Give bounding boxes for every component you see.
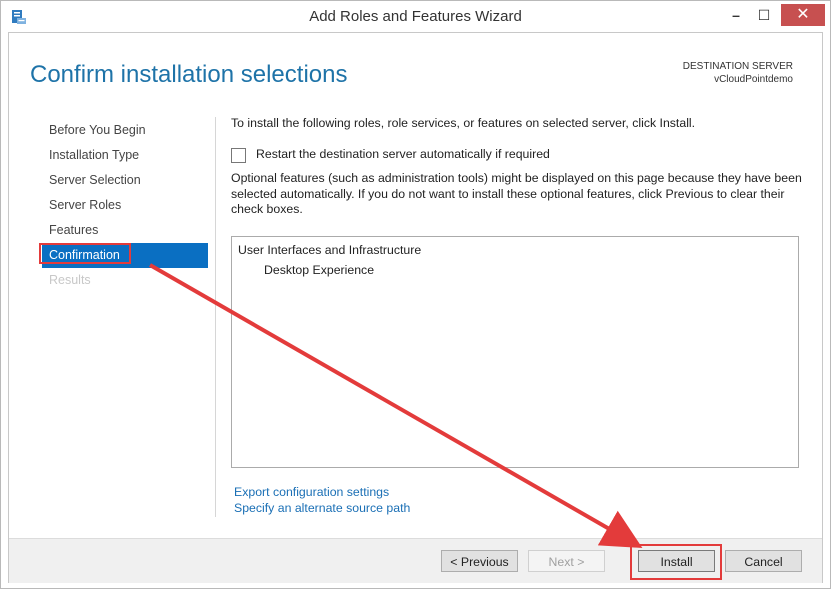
- nav-item-features[interactable]: Features: [42, 218, 208, 243]
- nav-item-server-selection[interactable]: Server Selection: [42, 168, 208, 193]
- minimize-button[interactable]: –: [725, 4, 747, 26]
- instruction-text: To install the following roles, role ser…: [231, 116, 696, 130]
- nav-divider: [215, 117, 216, 517]
- maximize-button[interactable]: ☐: [753, 4, 775, 26]
- destination-server-name: vCloudPointdemo: [714, 74, 793, 85]
- wizard-window: Add Roles and Features Wizard – ☐ ✕ Conf…: [0, 0, 831, 589]
- nav-item-installation-type[interactable]: Installation Type: [42, 143, 208, 168]
- feature-category: User Interfaces and Infrastructure: [238, 243, 422, 257]
- title-bar[interactable]: Add Roles and Features Wizard – ☐ ✕: [1, 1, 830, 32]
- export-configuration-link[interactable]: Export configuration settings: [234, 485, 389, 499]
- button-bar: < Previous Next > Install Cancel: [9, 538, 822, 583]
- destination-server-label: DESTINATION SERVER: [682, 61, 793, 72]
- optional-features-note: Optional features (such as administratio…: [231, 171, 802, 216]
- wizard-nav: Before You Begin Installation Type Serve…: [39, 118, 208, 293]
- nav-item-confirmation-wrapper: Confirmation: [39, 243, 208, 268]
- selected-features-list[interactable]: User Interfaces and Infrastructure Deskt…: [231, 236, 799, 468]
- nav-item-before-you-begin[interactable]: Before You Begin: [42, 118, 208, 143]
- annotation-highlight-box: [39, 243, 131, 264]
- restart-checkbox-label[interactable]: Restart the destination server automatic…: [256, 147, 550, 161]
- nav-item-server-roles[interactable]: Server Roles: [42, 193, 208, 218]
- close-button[interactable]: ✕: [781, 4, 825, 26]
- restart-checkbox[interactable]: [231, 148, 246, 163]
- feature-item: Desktop Experience: [264, 263, 375, 277]
- alternate-source-link[interactable]: Specify an alternate source path: [234, 501, 410, 515]
- install-button[interactable]: Install: [638, 550, 715, 572]
- next-button[interactable]: Next >: [528, 550, 605, 572]
- window-title: Add Roles and Features Wizard: [309, 8, 522, 25]
- wizard-content: Confirm installation selections DESTINAT…: [8, 32, 823, 583]
- cancel-button[interactable]: Cancel: [725, 550, 802, 572]
- previous-button[interactable]: < Previous: [441, 550, 518, 572]
- nav-item-results: Results: [49, 273, 91, 287]
- page-title: Confirm installation selections: [30, 61, 348, 88]
